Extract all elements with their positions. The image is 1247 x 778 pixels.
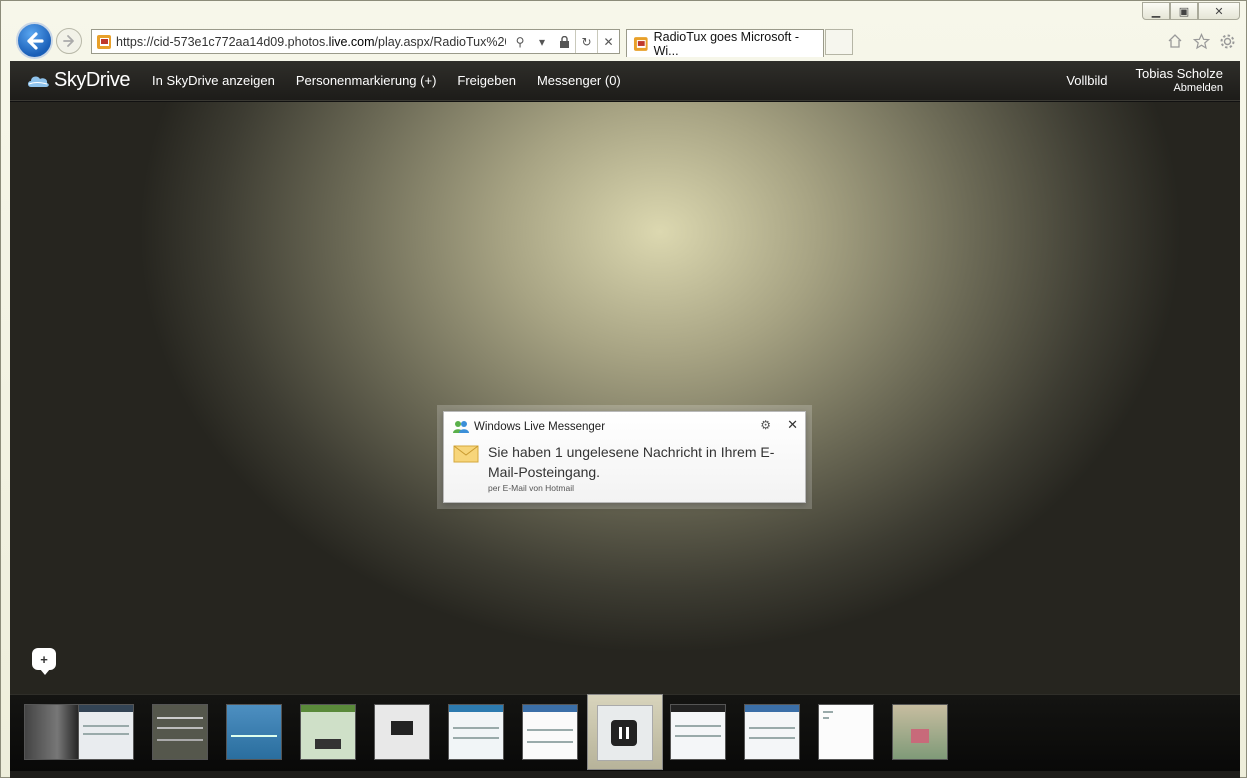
favorites-star-icon[interactable] — [1192, 32, 1210, 50]
maximize-button[interactable]: ▣ — [1170, 2, 1198, 20]
skydrive-logo[interactable]: SkyDrive — [26, 69, 131, 92]
view-in-skydrive-link[interactable]: In SkyDrive anzeigen — [152, 73, 275, 88]
tab-title: RadioTux goes Microsoft - Wi... — [653, 29, 800, 58]
toast-title: Windows Live Messenger — [474, 421, 606, 433]
filmstrip-thumb[interactable] — [24, 704, 80, 760]
filmstrip-thumb[interactable] — [448, 704, 504, 760]
filmstrip-thumb[interactable] — [226, 704, 282, 760]
toast-subtext: per E-Mail von Hotmail — [488, 483, 574, 493]
filmstrip — [10, 694, 1240, 771]
filmstrip-thumb[interactable] — [670, 704, 726, 760]
page-bottom-edge — [10, 771, 1240, 778]
filmstrip-thumb[interactable] — [374, 704, 430, 760]
filmstrip-thumb[interactable] — [892, 704, 948, 760]
chevron-down-icon[interactable]: ▾ — [531, 30, 553, 53]
filmstrip-thumb[interactable] — [522, 704, 578, 760]
tab-radiotux[interactable]: RadioTux goes Microsoft - Wi... — [626, 29, 824, 58]
tag-people-link[interactable]: Personenmarkierung (+) — [296, 73, 437, 88]
share-link[interactable]: Freigeben — [457, 73, 516, 88]
gear-icon[interactable] — [1218, 32, 1236, 50]
messenger-toast[interactable]: Windows Live Messenger ⚙ ✕ Sie haben 1 u… — [443, 411, 806, 503]
window-controls: ▁ ▣ ✕ — [1142, 2, 1240, 20]
filmstrip-thumb[interactable] — [818, 704, 874, 760]
add-comment-button[interactable]: + — [32, 648, 56, 675]
arrow-right-icon — [63, 35, 74, 47]
refresh-icon[interactable]: ↻ — [575, 30, 597, 53]
gear-icon[interactable]: ⚙ — [760, 418, 771, 432]
search-icon[interactable]: ⚲ — [509, 30, 531, 53]
stop-icon[interactable]: ✕ — [597, 30, 619, 53]
forward-button[interactable] — [56, 28, 82, 54]
sign-out-link[interactable]: Abmelden — [1136, 81, 1223, 95]
logo-text: SkyDrive — [54, 69, 131, 91]
new-tab-button[interactable] — [825, 29, 853, 55]
filmstrip-thumb[interactable] — [78, 704, 134, 760]
filmstrip-thumb[interactable] — [300, 704, 356, 760]
skydrive-page: SkyDrive In SkyDrive anzeigen Personenma… — [10, 61, 1240, 771]
user-box: Tobias Scholze Abmelden — [1136, 66, 1223, 95]
minimize-button[interactable]: ▁ — [1142, 2, 1170, 20]
cloud-icon — [28, 76, 49, 87]
messenger-link[interactable]: Messenger (0) — [537, 73, 621, 88]
skydrive-favicon-icon — [97, 34, 111, 49]
slideshow-stage[interactable]: Windows Live Messenger ⚙ ✕ Sie haben 1 u… — [10, 102, 1240, 694]
user-name[interactable]: Tobias Scholze — [1136, 66, 1223, 81]
arrow-left-icon — [26, 31, 44, 50]
address-bar[interactable]: https://cid-573e1c772aa14d09.photos.live… — [91, 29, 620, 54]
home-icon[interactable] — [1166, 32, 1184, 50]
address-url[interactable]: https://cid-573e1c772aa14d09.photos.live… — [116, 35, 506, 49]
filmstrip-thumb[interactable] — [744, 704, 800, 760]
skydrive-header: SkyDrive In SkyDrive anzeigen Personenma… — [10, 61, 1240, 101]
envelope-icon — [453, 445, 479, 463]
back-button[interactable] — [16, 22, 53, 59]
filmstrip-thumb-active[interactable] — [587, 694, 663, 770]
browser-window: ▁ ▣ ✕ https://cid-573e1c772aa14d09.photo… — [0, 0, 1247, 778]
lock-icon[interactable] — [553, 30, 575, 53]
filmstrip-thumb[interactable] — [152, 704, 208, 760]
fullscreen-link[interactable]: Vollbild — [1066, 73, 1107, 88]
pause-icon[interactable] — [611, 720, 637, 746]
close-window-button[interactable]: ✕ — [1198, 2, 1240, 20]
skydrive-favicon-icon — [633, 36, 648, 51]
toast-message: Sie haben 1 ungelesene Nachricht in Ihre… — [488, 444, 775, 480]
close-icon[interactable]: ✕ — [787, 417, 798, 433]
messenger-icon — [453, 421, 469, 433]
